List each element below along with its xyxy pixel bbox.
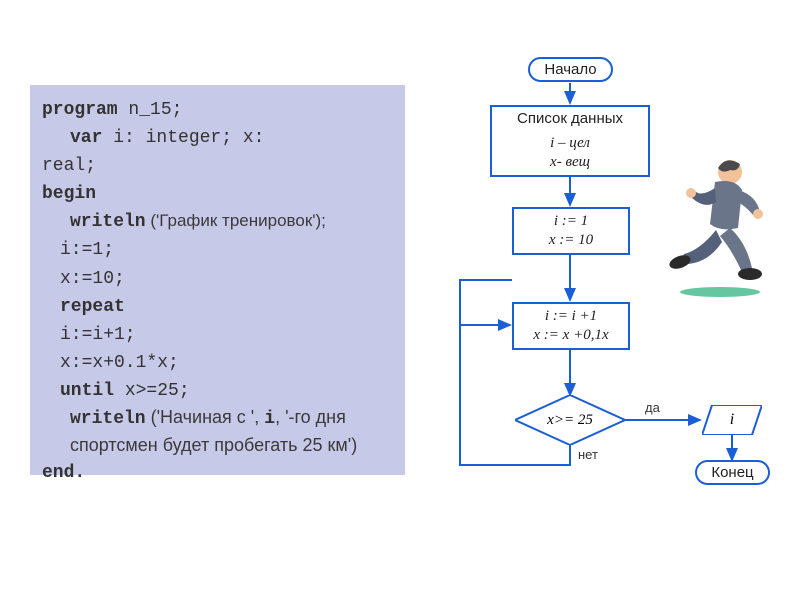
kw-writeln: writeln bbox=[70, 212, 146, 232]
flow-step-line2: x := x +0,1x bbox=[533, 327, 608, 343]
flow-init-line1: i := 1 bbox=[554, 213, 588, 229]
flow-start-label: Начало bbox=[544, 61, 596, 78]
code-text: n_15; bbox=[118, 100, 183, 120]
edge-yes: да bbox=[645, 400, 660, 415]
code-line-5: i:=1; bbox=[42, 235, 393, 263]
kw-begin: begin bbox=[42, 184, 96, 204]
edge-no-label: нет bbox=[578, 447, 598, 462]
flow-end: Конец bbox=[695, 460, 770, 485]
code-text: ('Начиная с ', bbox=[146, 407, 265, 427]
flow-init-line2: x := 10 bbox=[549, 232, 593, 248]
kw-writeln: writeln bbox=[70, 409, 146, 429]
flow-data-line2: x- вещ bbox=[550, 154, 590, 170]
code-text: i:=i+1; bbox=[60, 325, 136, 345]
code-line-8: i:=i+1; bbox=[42, 320, 393, 348]
code-line-2: var i: integer; x: bbox=[42, 123, 393, 151]
code-text: x:=x+0.1*x; bbox=[60, 353, 179, 373]
kw-end: end. bbox=[42, 463, 85, 483]
code-text: i: integer; x: bbox=[102, 128, 264, 148]
code-line-4: writeln ('График тренировок'); bbox=[42, 207, 393, 235]
code-line-11: writeln ('Начиная с ', i, '-го дня спорт… bbox=[42, 404, 393, 458]
edge-no: нет bbox=[578, 447, 598, 462]
code-var-i: i bbox=[264, 409, 275, 429]
flow-data-body: i – цел x- вещ bbox=[490, 131, 650, 177]
code-text: i:=1; bbox=[60, 240, 114, 260]
flow-data-header: Список данных bbox=[490, 105, 650, 134]
flow-step: i := i +1 x := x +0,1x bbox=[512, 302, 630, 350]
code-line-1: program n_15; bbox=[42, 95, 393, 123]
kw-program: program bbox=[42, 100, 118, 120]
flow-output: i bbox=[702, 405, 762, 435]
flow-end-label: Конец bbox=[711, 464, 753, 481]
kw-repeat: repeat bbox=[60, 297, 125, 317]
flow-data-header-label: Список данных bbox=[517, 110, 623, 127]
code-text: ('График тренировок'); bbox=[146, 211, 326, 230]
flow-output-label: i bbox=[730, 411, 734, 429]
runner-illustration bbox=[660, 150, 780, 300]
code-line-12: end. bbox=[42, 458, 393, 486]
code-line-3: begin bbox=[42, 179, 393, 207]
code-line-9: x:=x+0.1*x; bbox=[42, 348, 393, 376]
code-line-6: x:=10; bbox=[42, 264, 393, 292]
flow-step-line1: i := i +1 bbox=[545, 308, 597, 324]
code-text: x:=10; bbox=[60, 269, 125, 289]
kw-until: until bbox=[60, 381, 114, 401]
code-text: x>=25; bbox=[114, 381, 190, 401]
flow-data-line1: i – цел bbox=[550, 135, 590, 151]
code-text: real; bbox=[42, 156, 96, 176]
flow-init: i := 1 x := 10 bbox=[512, 207, 630, 255]
edge-yes-label: да bbox=[645, 400, 660, 415]
code-line-7: repeat bbox=[42, 292, 393, 320]
flow-start: Начало bbox=[528, 57, 613, 82]
flow-decision-label: x>= 25 bbox=[547, 412, 593, 429]
kw-var: var bbox=[70, 128, 102, 148]
flow-decision: x>= 25 bbox=[515, 395, 625, 445]
code-panel: program n_15; var i: integer; x: real; b… bbox=[30, 85, 405, 475]
code-line-2b: real; bbox=[42, 151, 393, 179]
code-line-10: until x>=25; bbox=[42, 376, 393, 404]
